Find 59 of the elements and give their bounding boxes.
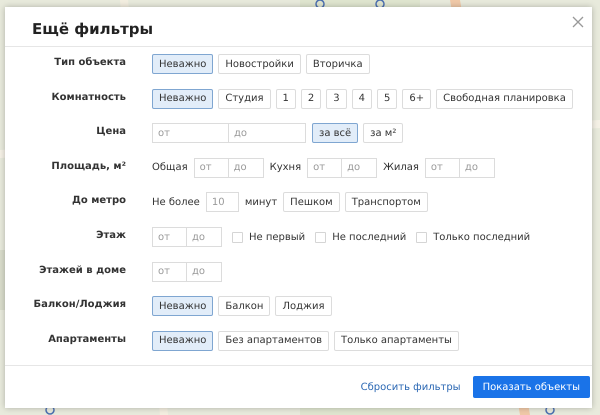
input-field[interactable]: от (152, 227, 187, 247)
option-button[interactable]: Только апартаменты (334, 330, 459, 351)
option-button[interactable]: 3 (326, 88, 347, 109)
close-icon[interactable] (572, 16, 584, 28)
option-button[interactable]: Неважно (152, 296, 214, 316)
field-label: Кухня (270, 162, 302, 174)
option-button[interactable]: Студия (218, 88, 271, 109)
input-field[interactable]: от (152, 123, 229, 144)
input-field[interactable]: до (229, 123, 306, 144)
filter-label: Площадь, м² (50, 160, 126, 172)
filter-label: Апартаменты (47, 332, 126, 345)
option-button[interactable]: Лоджия (275, 296, 332, 316)
option-button[interactable]: Неважно (152, 88, 214, 109)
dialog-title: Ещё фильтры (32, 20, 154, 38)
input-field[interactable]: от (307, 158, 342, 178)
option-button[interactable]: 5 (377, 88, 398, 109)
input-field[interactable]: до (342, 158, 378, 178)
option-button[interactable]: Неважно (152, 330, 214, 351)
option-button[interactable]: 1 (276, 88, 296, 109)
input-field[interactable]: от (152, 262, 187, 282)
option-button[interactable]: за м² (363, 123, 404, 144)
option-button[interactable]: 2 (300, 88, 322, 109)
input-field[interactable]: до (460, 158, 495, 178)
option-button[interactable]: за всё (312, 123, 358, 144)
option-button[interactable]: Без апартаментов (218, 330, 330, 351)
filter-label: Балкон/Лоджия (32, 298, 126, 310)
option-button[interactable]: 4 (352, 88, 372, 109)
checkbox-label: Только последний (433, 232, 530, 242)
field-label: минут (244, 196, 278, 208)
input-field[interactable]: от (424, 158, 460, 178)
input-field[interactable]: от (194, 158, 229, 178)
input-field[interactable]: до (187, 262, 222, 282)
option-button[interactable]: Новостройки (218, 54, 301, 74)
checkbox-label: Не первый (249, 232, 306, 242)
input-field[interactable]: до (187, 227, 222, 247)
filter-label: До метро (70, 194, 126, 206)
option-button[interactable]: Транспортом (344, 192, 428, 212)
reset-link[interactable]: Сбросить фильтры (360, 382, 461, 393)
option-button[interactable]: Неважно (152, 54, 214, 74)
option-button[interactable]: Балкон (218, 296, 270, 316)
input-field[interactable]: 10 (206, 192, 239, 212)
filter-label: Этажей в доме (38, 264, 126, 276)
option-button[interactable]: Вторичка (306, 54, 370, 74)
filter-label: Цена (95, 125, 126, 138)
filter-label: Комнатность (50, 90, 126, 103)
filter-label: Тип объекта (53, 56, 126, 68)
checkbox[interactable] (232, 232, 243, 242)
option-button[interactable]: Свободная планировка (436, 88, 573, 109)
field-label: Жилая (383, 162, 419, 174)
field-label: Не более (152, 196, 200, 208)
checkbox[interactable] (416, 232, 428, 242)
checkbox-label: Не последний (332, 232, 406, 242)
option-button[interactable]: 6+ (402, 88, 432, 109)
option-button[interactable]: Пешком (283, 192, 340, 212)
filter-label: Этаж (95, 229, 126, 241)
show-results-button[interactable]: Показать объекты (472, 376, 590, 398)
checkbox[interactable] (315, 232, 326, 242)
input-field[interactable]: до (228, 158, 264, 178)
field-label: Общая (152, 162, 188, 174)
